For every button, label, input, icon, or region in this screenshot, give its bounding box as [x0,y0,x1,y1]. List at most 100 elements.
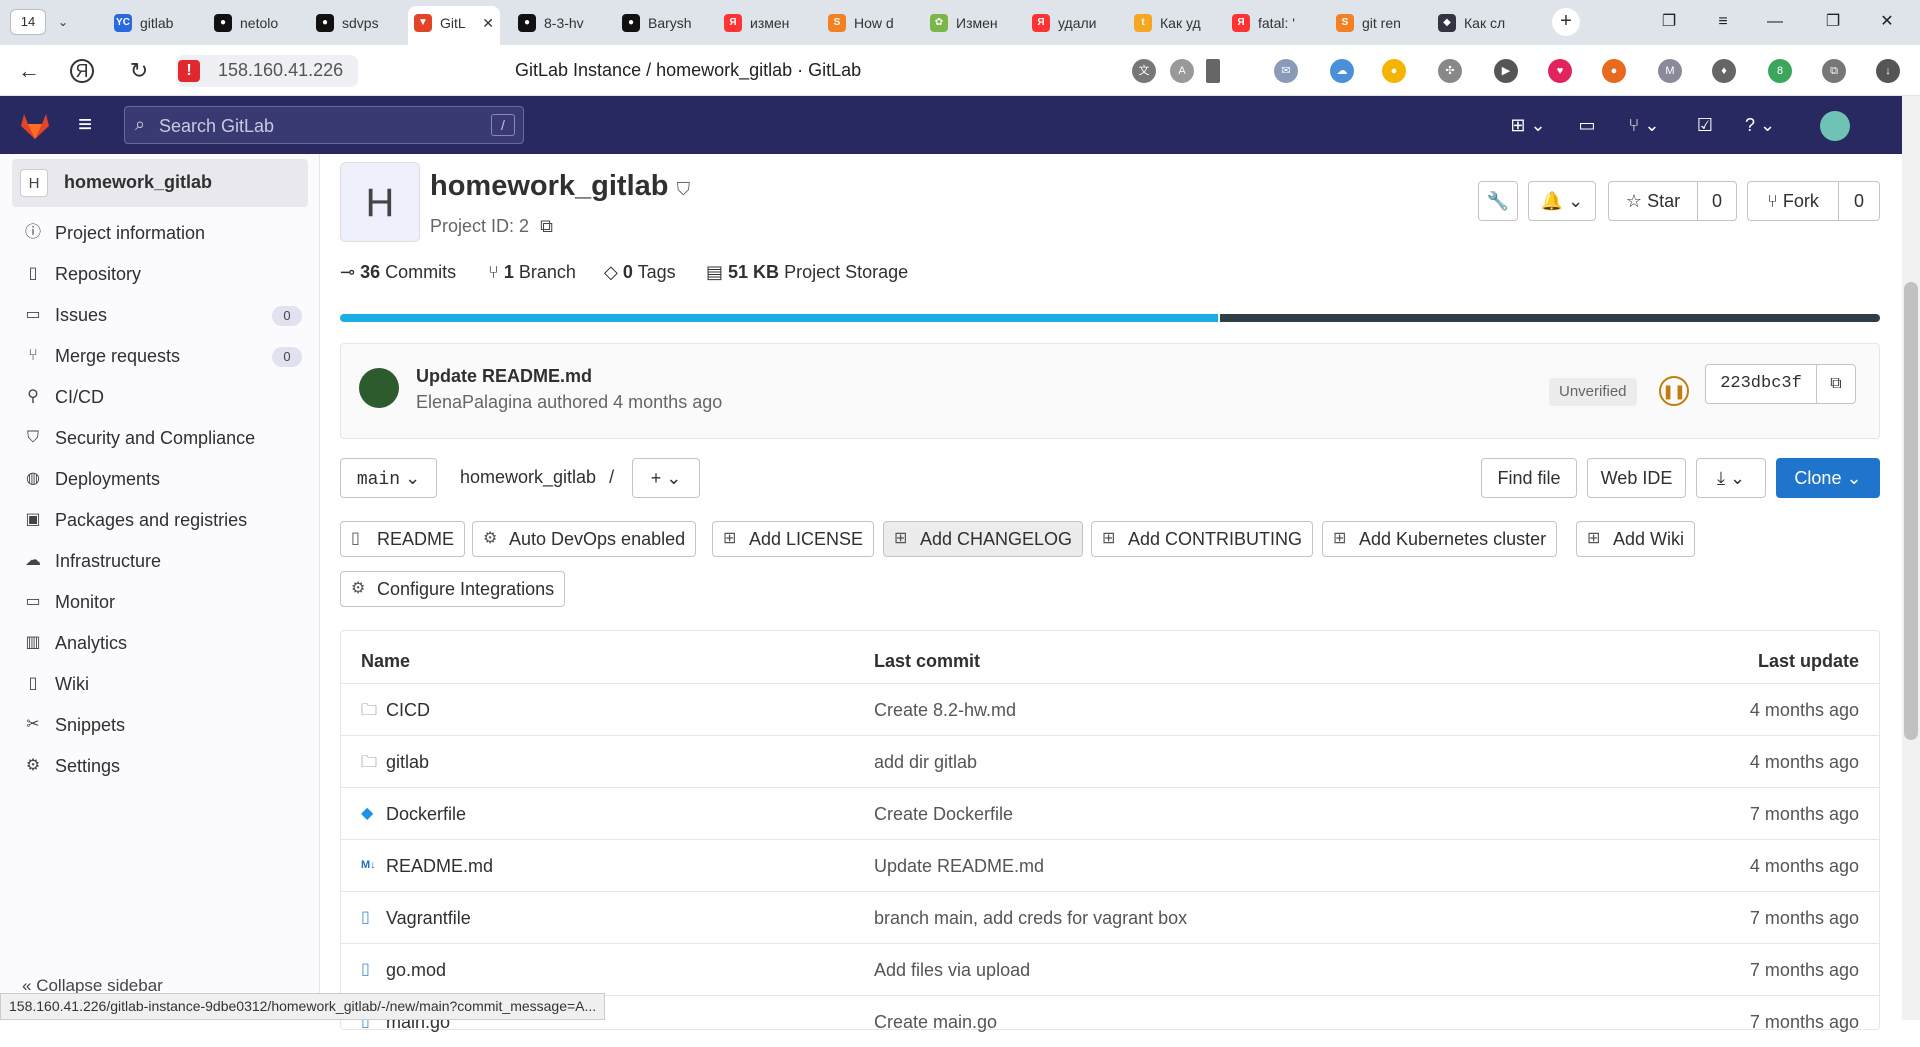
close-icon[interactable]: ✕ [482,6,494,40]
tabs-overview-icon[interactable]: ❐ [1654,8,1684,36]
sidebar-item-project-information[interactable]: ⓘ Project information [22,217,302,249]
star-button[interactable]: ☆ Star [1608,181,1698,221]
sidebar-item-packages[interactable]: ▣ Packages and registries [22,504,302,536]
file-last-commit[interactable]: Add files via upload [874,960,1030,981]
bookmark-icon[interactable] [1206,59,1220,83]
extension-icon[interactable]: ✣ [1438,59,1462,83]
add-contributing-chip[interactable]: ⊞ Add CONTRIBUTING [1091,521,1314,557]
shield-extension-icon[interactable]: 8 [1768,59,1792,83]
file-name[interactable]: gitlab [386,752,429,773]
browser-tab[interactable]: t Как уд [1128,6,1214,40]
issues-icon[interactable]: ▭ [1572,110,1602,140]
search-input[interactable]: ⌕ Search GitLab / [124,106,524,144]
table-row[interactable]: M↓ README.md Update README.md 4 months ago [341,839,1879,891]
add-changelog-chip[interactable]: ⊞ Add CHANGELOG [883,521,1084,557]
sidebar-item-cicd[interactable]: ⚲ CI/CD [22,381,302,413]
browser-tab[interactable]: ● sdvps [310,6,396,40]
browser-tab[interactable]: S How d [822,6,908,40]
extension-icon[interactable]: ● [1382,59,1406,83]
branch-selector[interactable]: main ⌄ [340,458,437,498]
sidebar-item-merge-requests[interactable]: ⑂ Merge requests 0 [22,340,302,372]
table-row[interactable]: ▯ Vagrantfile branch main, add creds for v… [341,891,1879,943]
author-avatar[interactable] [359,368,399,408]
table-row[interactable]: ◆ Dockerfile Create Dockerfile 7 months ago [341,787,1879,839]
sidebar-item-infrastructure[interactable]: ☁ Infrastructure [22,545,302,577]
tab-count-button[interactable]: 14 [10,9,46,35]
pipeline-status-icon[interactable]: ❚❚ [1659,376,1689,406]
storage-stat[interactable]: ▤ 51 KB Project Storage [706,262,908,283]
translate-icon[interactable]: 文 [1132,59,1156,83]
copy-icon[interactable]: ⧉ [540,216,553,236]
sidebar-item-issues[interactable]: ▭ Issues 0 [22,299,302,331]
find-file-button[interactable]: Find file [1481,458,1577,498]
sidebar-item-monitor[interactable]: ▭ Monitor [22,586,302,618]
sidebar-item-analytics[interactable]: ▥ Analytics [22,627,302,659]
file-last-commit[interactable]: Create Dockerfile [874,804,1013,825]
scrollbar-thumb[interactable] [1904,282,1918,740]
help-icon[interactable]: ? ⌄ [1738,110,1782,140]
browser-tab[interactable]: ◆ Как сл [1432,6,1518,40]
file-name[interactable]: Vagrantfile [386,908,471,929]
mail-icon[interactable]: ✉ [1274,59,1298,83]
tags-stat[interactable]: ◇ 0 Tags [604,262,676,283]
minimize-icon[interactable]: — [1760,8,1790,36]
todos-icon[interactable]: ☑ [1690,110,1720,140]
browser-tab[interactable]: Sgit ren [1330,6,1416,40]
add-license-chip[interactable]: ⊞ Add LICENSE [712,521,875,557]
extension-icon[interactable]: ♦ [1712,59,1736,83]
clone-button[interactable]: Clone ⌄ [1776,458,1880,498]
notification-bell-button[interactable]: 🔔 ⌄ [1528,181,1596,221]
copy-sha-icon[interactable]: ⧉ [1816,364,1856,404]
file-last-commit[interactable]: Create main.go [874,1012,997,1033]
add-wiki-chip[interactable]: ⊞ Add Wiki [1576,521,1696,557]
file-last-commit[interactable]: add dir gitlab [874,752,977,773]
commit-title[interactable]: Update README.md [416,366,592,387]
commit-sha[interactable]: 223dbc3f [1705,364,1817,404]
add-file-dropdown[interactable]: + ⌄ [632,458,700,498]
browser-tab[interactable]: ✿ Измен [924,6,1010,40]
insecure-warning-icon[interactable]: ! [178,60,200,82]
branch-stat[interactable]: ⑂ 1 Branch [488,262,576,283]
file-name[interactable]: Dockerfile [386,804,466,825]
settings-wrench-icon[interactable]: 🔧 [1478,181,1518,221]
add-kubernetes-chip[interactable]: ⊞ Add Kubernetes cluster [1322,521,1558,557]
table-row[interactable]: ▯ go.mod Add files via upload 7 months ago [341,943,1879,995]
pocket-icon[interactable]: ♥ [1548,59,1572,83]
breadcrumb-path[interactable]: homework_gitlab / [460,467,614,488]
close-window-icon[interactable]: ✕ [1872,8,1902,36]
reader-icon[interactable]: A [1170,59,1194,83]
readme-chip[interactable]: ▯ README [340,521,466,557]
user-avatar[interactable]: ⌄ [1810,110,1860,166]
tab-list-dropdown-icon[interactable]: ⌄ [50,9,76,35]
gitlab-logo-icon[interactable] [18,108,52,142]
language-bar-primary[interactable] [340,314,1218,322]
extension-icon[interactable]: ⧉ [1822,59,1846,83]
configure-integrations-chip[interactable]: ⚙ Configure Integrations [340,571,566,607]
downloads-icon[interactable]: ↓ [1876,59,1900,83]
file-last-commit[interactable]: Create 8.2-hw.md [874,700,1016,721]
sidebar-item-deployments[interactable]: ◍ Deployments [22,463,302,495]
table-row[interactable]: 🗀 gitlab add dir gitlab 4 months ago [341,735,1879,787]
sidebar-item-snippets[interactable]: ✂ Snippets [22,709,302,741]
commits-stat[interactable]: ⊸ 36 Commits [340,262,456,283]
restore-icon[interactable]: ❐ [1818,8,1848,36]
sidebar-item-repository[interactable]: ▯ Repository [22,258,302,290]
extension-icon[interactable]: ▶ [1494,59,1518,83]
sidebar-item-settings[interactable]: ⚙ Settings [22,750,302,782]
browser-tab-active[interactable]: ▼ GitL ✕ [408,6,500,45]
sidebar-item-security[interactable]: ⛉ Security and Compliance [22,422,302,454]
file-last-commit[interactable]: Update README.md [874,856,1044,877]
browser-tab[interactable]: YC gitlab [108,6,194,40]
file-last-commit[interactable]: branch main, add creds for vagrant box [874,908,1187,929]
browser-tab[interactable]: Яудали [1026,6,1112,40]
fork-button[interactable]: ⑂ Fork [1747,181,1839,221]
menu-icon[interactable]: ≡ [1708,8,1738,36]
cloud-icon[interactable]: ☁ [1330,59,1354,83]
star-count[interactable]: 0 [1697,181,1737,221]
back-icon[interactable]: ← [14,57,44,85]
yandex-home-icon[interactable]: Я [70,59,94,83]
merge-requests-icon[interactable]: ⑂ ⌄ [1622,110,1666,140]
file-name[interactable]: go.mod [386,960,446,981]
browser-tab[interactable]: Яизмен [718,6,804,40]
sidebar-project-header[interactable]: H homework_gitlab [12,159,308,207]
